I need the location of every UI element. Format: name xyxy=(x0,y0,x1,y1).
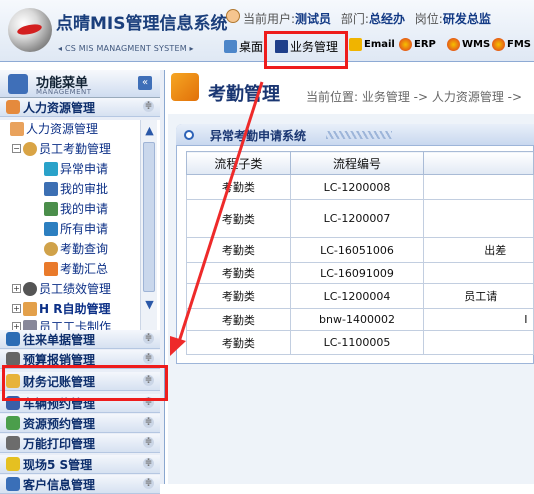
broom-icon xyxy=(6,457,20,471)
panel-bullet-icon xyxy=(184,130,194,140)
user-info: 当前用户:测试员 部门:总经办 岗位:研发总监 xyxy=(243,12,491,26)
group-5s[interactable]: 现场5 S管理 ≑ xyxy=(0,455,160,474)
logo-icon xyxy=(8,8,52,52)
group-customer[interactable]: 客户信息管理 ≑ xyxy=(0,475,160,494)
person-icon xyxy=(44,181,58,196)
tree-item-hr-self[interactable]: + H R自助管理 xyxy=(12,300,110,317)
panel-header: 异常考勤申请系统 xyxy=(176,124,534,146)
collapse-icon: ≑ xyxy=(143,458,154,469)
tree-item-attendance-summary[interactable]: 考勤汇总 xyxy=(44,260,108,277)
collapse-icon: ≑ xyxy=(143,437,154,448)
tree-item-attendance-query[interactable]: 考勤查询 xyxy=(44,240,108,257)
table-row[interactable]: 考勤类 bnw-1400002 I xyxy=(186,308,534,331)
col-subtype[interactable]: 流程子类 xyxy=(186,151,291,175)
table-row[interactable]: 考勤类 LC-1200008 xyxy=(186,174,534,200)
nav-wms[interactable]: WMS xyxy=(447,38,490,51)
nav-erp[interactable]: ERP xyxy=(399,38,436,51)
menu-tree: 人力资源管理 − 员工考勤管理 异常申请 我的审批 我的申请 所有申请 考勤查询 … xyxy=(0,120,160,330)
nav-fms[interactable]: FMS xyxy=(492,38,531,51)
tree-item-my-approval[interactable]: 我的审批 xyxy=(44,180,108,197)
tree-item-performance[interactable]: + 员工绩效管理 xyxy=(12,280,111,297)
email-icon xyxy=(349,38,362,51)
tree-item-badge[interactable]: + 员工工卡制作 xyxy=(12,318,111,330)
app-title: 点晴MIS管理信息系统 xyxy=(56,14,228,34)
printer-icon xyxy=(6,436,20,450)
tree-item-hr[interactable]: 人力资源管理 xyxy=(10,120,98,137)
user-icon xyxy=(226,9,240,23)
person-icon xyxy=(44,201,58,216)
tree-item-abnormal[interactable]: 异常申请 xyxy=(44,160,108,177)
fms-icon xyxy=(492,38,505,51)
desktop-icon xyxy=(224,40,237,53)
clock-icon xyxy=(44,241,58,256)
collapse-icon: ≑ xyxy=(143,333,154,344)
erp-icon xyxy=(399,38,412,51)
page-title: 考勤管理 xyxy=(208,84,280,105)
people-icon xyxy=(6,100,20,114)
collapse-icon: ≑ xyxy=(143,101,154,112)
card-icon xyxy=(23,319,37,330)
table-row[interactable]: 考勤类 LC-1100005 xyxy=(186,330,534,355)
group-hr[interactable]: 人力资源管理 ≑ xyxy=(0,98,160,117)
tree-scrollbar[interactable]: ▲ ▼ xyxy=(140,120,157,330)
tree-item-my-request[interactable]: 我的申请 xyxy=(44,200,108,217)
table-row[interactable]: 考勤类 LC-1200004 员工请 xyxy=(186,283,534,309)
panel-hatch xyxy=(326,131,392,139)
tree-item-attendance[interactable]: − 员工考勤管理 xyxy=(12,140,111,157)
breadcrumb: 当前位置: 业务管理 -> 人力资源管理 -> xyxy=(306,90,523,104)
col-number[interactable]: 流程编号 xyxy=(289,151,425,175)
group-documents[interactable]: 往来单据管理 ≑ xyxy=(0,330,160,349)
group-print[interactable]: 万能打印管理 ≑ xyxy=(0,434,160,453)
palm-icon xyxy=(44,161,58,176)
collapse-icon: ≑ xyxy=(143,353,154,364)
sidebar-header: 功能菜单 MANAGEMENT xyxy=(0,70,160,98)
document-icon xyxy=(6,332,20,346)
people-icon xyxy=(23,301,37,316)
nav-email[interactable]: Email xyxy=(349,38,395,51)
wms-icon xyxy=(447,38,460,51)
nav-business-highlight xyxy=(264,31,348,69)
customer-icon xyxy=(6,477,20,491)
scroll-up-icon[interactable]: ▲ xyxy=(144,124,155,137)
calculator-icon xyxy=(6,352,20,366)
table-row[interactable]: 考勤类 LC-1200007 xyxy=(186,199,534,238)
app-subtitle: ◂ CS MIS MANAGMENT SYSTEM ▸ xyxy=(58,44,194,53)
panel-title: 异常考勤申请系统 xyxy=(210,129,307,143)
col-extra[interactable] xyxy=(423,151,534,175)
collapse-button[interactable]: « xyxy=(138,76,152,90)
nav-desktop[interactable]: 桌面 xyxy=(224,38,263,55)
tree-item-all-requests[interactable]: 所有申请 xyxy=(44,220,108,237)
person-icon xyxy=(23,281,37,296)
check-icon xyxy=(6,416,20,430)
report-icon xyxy=(44,261,58,276)
group-resource[interactable]: 资源预约管理 ≑ xyxy=(0,414,160,433)
scroll-thumb[interactable] xyxy=(143,142,155,292)
menu-icon xyxy=(8,74,28,94)
module-icon xyxy=(171,73,199,101)
table-row[interactable]: 考勤类 LC-16091009 xyxy=(186,262,534,284)
clock-icon xyxy=(23,141,37,156)
sidebar-subtitle: MANAGEMENT xyxy=(36,88,92,96)
gear-icon xyxy=(44,221,58,236)
request-table: 流程子类 流程编号 考勤类 LC-1200008 考勤类 LC-1200007 考勤… xyxy=(186,151,534,355)
table-row[interactable]: 考勤类 LC-16051006 出差 xyxy=(186,237,534,263)
finance-highlight xyxy=(2,365,168,401)
people-icon xyxy=(10,121,24,136)
collapse-icon: ≑ xyxy=(143,417,154,428)
scroll-down-icon[interactable]: ▼ xyxy=(144,298,155,311)
